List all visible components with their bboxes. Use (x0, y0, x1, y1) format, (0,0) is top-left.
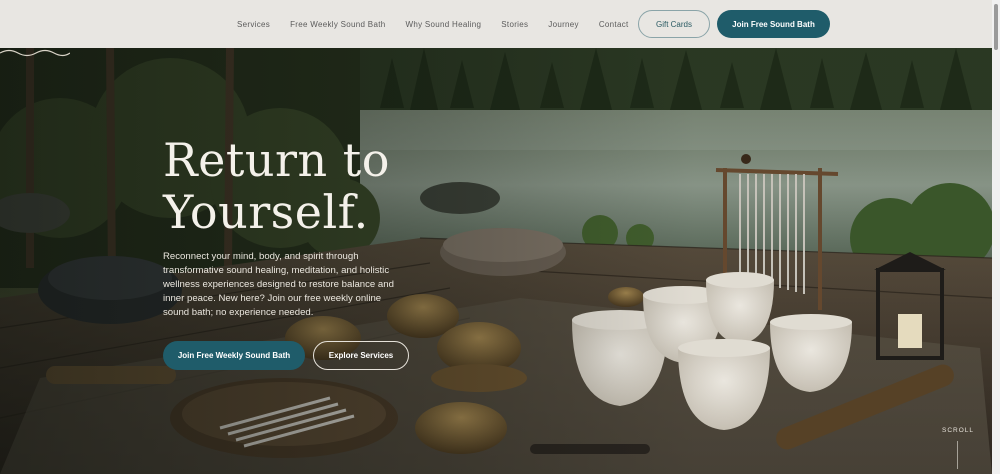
hero-background-image (0, 48, 992, 474)
nav-item-journey[interactable]: Journey (548, 20, 579, 29)
hero-description: Reconnect your mind, body, and spirit th… (163, 251, 394, 318)
site-header: Services Free Weekly Sound Bath Why Soun… (0, 0, 992, 48)
main-nav: Services Free Weekly Sound Bath Why Soun… (225, 0, 649, 48)
nav-item-free-weekly-sound-bath[interactable]: Free Weekly Sound Bath (290, 20, 385, 29)
nav-item-stories[interactable]: Stories (501, 20, 528, 29)
headline-line-2: Yourself. (163, 185, 369, 239)
scrollbar-thumb[interactable] (994, 4, 998, 50)
scroll-label: SCROLL (942, 427, 975, 434)
page-scrollbar[interactable] (992, 0, 1000, 474)
join-sound-bath-button[interactable]: Join Free Sound Bath (717, 10, 830, 38)
hero-section: Return to Yourself. Reconnect your mind,… (0, 48, 992, 474)
headline-line-1: Return to (163, 133, 390, 187)
wave-ornament-icon (0, 49, 70, 57)
join-weekly-sound-bath-button[interactable]: Join Free Weekly Sound Bath (163, 341, 305, 370)
scroll-indicator[interactable]: SCROLL (942, 419, 975, 469)
hero-headline: Return to Yourself. (163, 134, 483, 238)
gift-cards-button[interactable]: Gift Cards (638, 10, 710, 38)
explore-services-button[interactable]: Explore Services (313, 341, 409, 370)
scroll-line (956, 441, 958, 469)
nav-item-contact[interactable]: Contact (599, 20, 629, 29)
nav-item-services[interactable]: Services (237, 20, 270, 29)
nav-item-why-sound-healing[interactable]: Why Sound Healing (405, 20, 481, 29)
